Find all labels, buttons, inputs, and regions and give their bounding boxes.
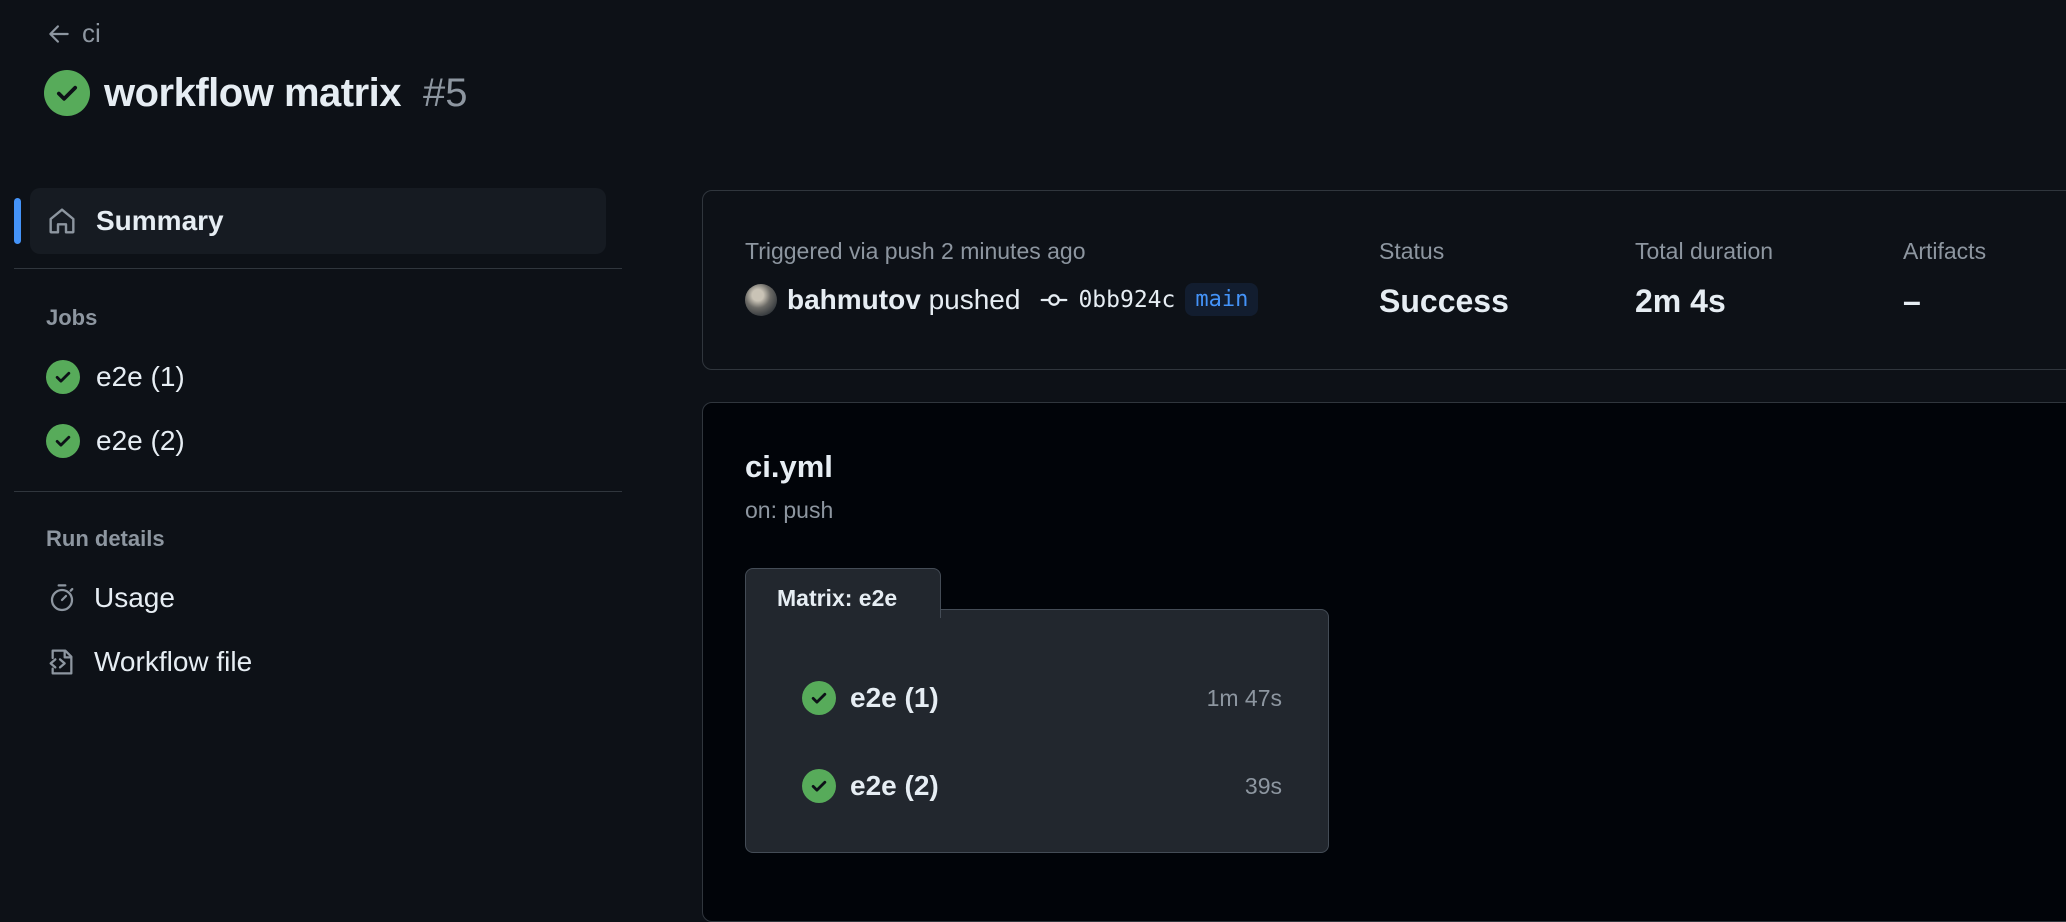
commit-sha-link[interactable]: 0bb924c (1078, 287, 1175, 313)
sidebar-item-label: e2e (2) (96, 425, 185, 456)
job-duration: 39s (1244, 772, 1282, 799)
artifacts-stat: Artifacts – (1903, 238, 1986, 320)
sidebar-item-job-1[interactable]: e2e (1) (14, 345, 622, 409)
duration-stat: Total duration 2m 4s (1635, 238, 1773, 320)
status-stat: Status Success (1379, 238, 1509, 320)
avatar[interactable] (745, 283, 777, 316)
matrix-job-row[interactable]: e2e (2) 39s (802, 756, 1282, 816)
check-circle-icon (802, 769, 836, 803)
success-check-icon (44, 70, 90, 116)
sidebar-item-label: e2e (1) (96, 361, 185, 392)
job-name: e2e (2) (850, 770, 939, 801)
back-link-label: ci (82, 18, 101, 48)
pushed-word: pushed (928, 283, 1021, 315)
branch-badge[interactable]: main (1185, 283, 1259, 316)
stopwatch-icon (50, 584, 74, 612)
file-code-icon (49, 649, 73, 675)
back-link[interactable]: ci (46, 18, 101, 49)
matrix-group: e2e (1) 1m 47s e2e (2) 39s (745, 609, 1329, 853)
workflow-graph: ci.yml on: push e2e (1) 1m 47s e2e (2) 3… (702, 402, 2066, 922)
job-name: e2e (1) (850, 682, 939, 713)
sidebar-item-label: Usage (94, 582, 175, 613)
trigger-text: Triggered via push 2 minutes ago (745, 238, 1086, 264)
sidebar-item-label: Summary (96, 205, 224, 236)
sidebar-item-workflow-file[interactable]: Workflow file (14, 630, 622, 694)
run-details-section-title: Run details (46, 526, 165, 551)
workflow-trigger: on: push (745, 497, 834, 523)
tab-seam (746, 608, 940, 611)
status-label: Status (1379, 238, 1445, 264)
job-duration: 1m 47s (1206, 684, 1282, 711)
page-title: workflow matrix (104, 70, 402, 115)
check-circle-icon (46, 360, 80, 394)
divider (14, 268, 622, 269)
arrow-left-icon (49, 24, 69, 43)
sidebar: Summary Jobs e2e (1) e2e (2) Run details… (14, 188, 622, 694)
run-summary-card: Triggered via push 2 minutes ago bahmuto… (702, 190, 2066, 370)
check-circle-icon (802, 681, 836, 715)
duration-label: Total duration (1635, 238, 1774, 264)
pusher-text: bahmutov pushed (787, 284, 1020, 316)
sidebar-item-summary[interactable]: Summary (14, 188, 606, 254)
matrix-job-row[interactable]: e2e (1) 1m 47s (802, 668, 1282, 728)
pusher-name[interactable]: bahmutov (787, 284, 921, 315)
duration-value: 2m 4s (1635, 283, 1726, 319)
push-info: bahmutov pushed 0bb924c main (745, 283, 1259, 316)
run-number: #5 (423, 70, 468, 115)
artifacts-label: Artifacts (1903, 238, 1987, 264)
home-icon (49, 208, 75, 234)
sidebar-item-label: Workflow file (94, 646, 253, 677)
check-circle-icon (46, 424, 80, 458)
workflow-file-name: ci.yml (745, 449, 833, 484)
sidebar-item-job-2[interactable]: e2e (2) (14, 409, 622, 473)
sidebar-item-usage[interactable]: Usage (14, 566, 622, 630)
page-title-row: workflow matrix #5 (44, 70, 468, 116)
status-value: Success (1379, 283, 1509, 319)
divider (14, 491, 622, 492)
artifacts-value: – (1903, 283, 1921, 319)
jobs-section-title: Jobs (46, 305, 98, 330)
active-indicator (14, 198, 21, 244)
git-commit-icon (1041, 293, 1068, 306)
